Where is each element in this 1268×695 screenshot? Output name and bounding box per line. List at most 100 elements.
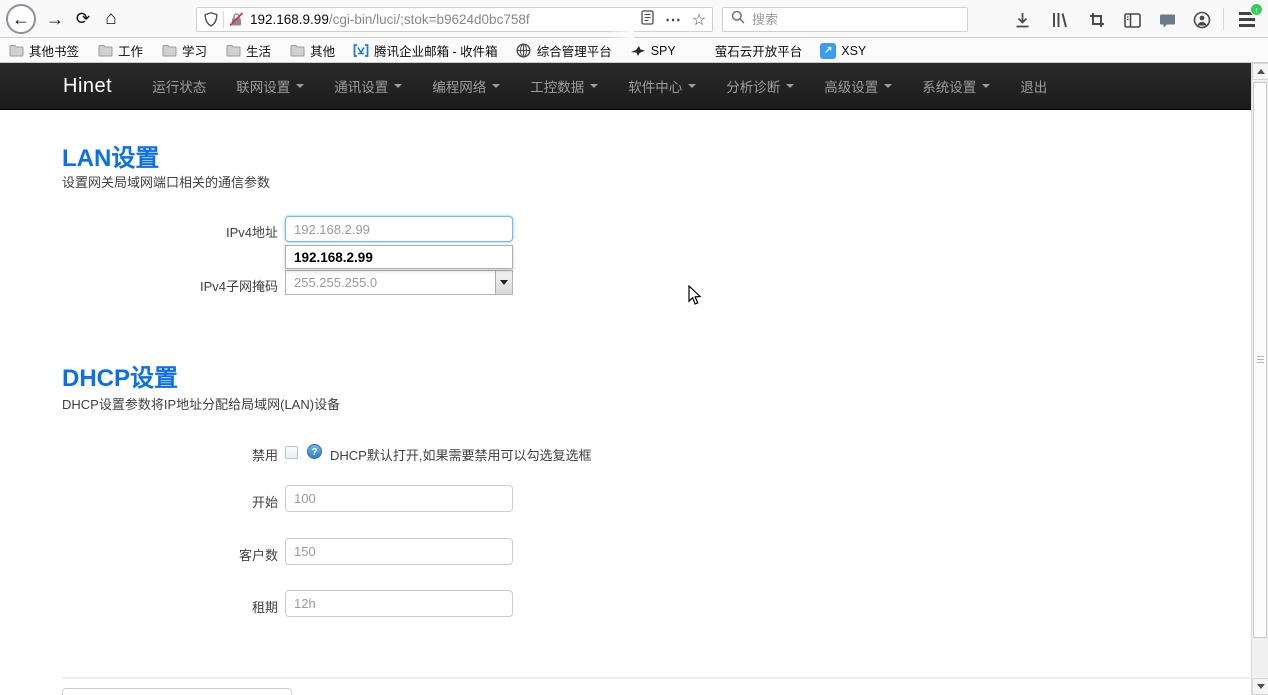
chevron-down-icon xyxy=(492,84,500,88)
nav-label: 退出 xyxy=(1020,76,1047,96)
folder-icon xyxy=(161,43,177,59)
blue-arrow-icon: ↗ xyxy=(820,43,836,59)
chevron-down-icon xyxy=(786,84,794,88)
search-input[interactable] xyxy=(752,12,967,27)
menu-icon[interactable]: ↑ xyxy=(1237,9,1259,29)
dhcp-clients-input[interactable] xyxy=(285,538,513,565)
bookmark-folder-life[interactable]: 生活 xyxy=(225,41,271,60)
netmask-selected-value: 255.255.255.0 xyxy=(286,275,495,290)
search-icon xyxy=(731,10,745,29)
home-button[interactable]: ⌂ xyxy=(98,0,124,38)
nav-item-logout[interactable]: 退出 xyxy=(1020,76,1047,96)
downloads-icon[interactable] xyxy=(1011,9,1033,31)
folder-icon xyxy=(8,43,24,59)
chevron-down-icon xyxy=(394,84,402,88)
insecure-lock-icon[interactable] xyxy=(228,12,244,28)
bookmark-label: 综合管理平台 xyxy=(537,41,612,60)
nav-item-software-center[interactable]: 软件中心 xyxy=(628,76,696,96)
screenshot-icon[interactable] xyxy=(1086,9,1108,31)
bookmark-mgmt-platform[interactable]: 综合管理平台 xyxy=(516,41,612,60)
globe-icon xyxy=(516,43,532,59)
help-icon[interactable]: ? xyxy=(307,444,322,459)
folder-icon xyxy=(225,43,241,59)
url-host: 192.168.9.99 xyxy=(250,12,329,27)
bookmark-xsy[interactable]: ↗ XSY xyxy=(820,43,866,59)
bookmark-label: XSY xyxy=(841,44,866,58)
reader-mode-icon[interactable] xyxy=(634,10,660,30)
spy-icon xyxy=(630,43,646,59)
bookmark-folder-work[interactable]: 工作 xyxy=(97,41,143,60)
scrollbar-thumb[interactable] xyxy=(1253,82,1267,638)
brand-logo[interactable]: Hinet xyxy=(63,75,112,98)
bookmark-folder-other-bookmarks[interactable]: 其他书签 xyxy=(8,41,79,60)
reload-button[interactable]: ⟳ xyxy=(70,0,96,38)
scrollbar-grip xyxy=(1257,356,1264,365)
nav-item-industrial-data[interactable]: 工控数据 xyxy=(530,76,598,96)
account-icon[interactable] xyxy=(1191,9,1213,31)
forward-icon: → xyxy=(46,9,64,30)
bookmark-spy[interactable]: SPY xyxy=(630,43,676,59)
bookmark-label: 萤石云开放平台 xyxy=(715,41,803,60)
home-icon: ⌂ xyxy=(105,8,116,30)
back-button[interactable]: ← xyxy=(6,4,36,34)
clipped-bottom-field xyxy=(62,688,292,695)
bookmark-label: 腾讯企业邮箱 - 收件箱 xyxy=(374,41,498,60)
url-text[interactable]: 192.168.9.99/cgi-bin/luci/;stok=b9624d0b… xyxy=(250,7,634,32)
comment-icon[interactable] xyxy=(1156,9,1178,31)
library-icon[interactable] xyxy=(1049,9,1071,31)
nav-item-comm-settings[interactable]: 通讯设置 xyxy=(334,76,402,96)
exmail-icon xyxy=(353,43,369,59)
chevron-down-icon xyxy=(688,84,696,88)
bookmark-folder-misc[interactable]: 其他 xyxy=(289,41,335,60)
nav-item-network-settings[interactable]: 联网设置 xyxy=(236,76,304,96)
bookmark-exmail[interactable]: 腾讯企业邮箱 - 收件箱 xyxy=(353,41,498,60)
bookmark-label: 其他 xyxy=(310,41,335,60)
url-path: /cgi-bin/luci/;stok=b9624d0bc758f xyxy=(329,12,530,27)
forward-button[interactable]: → xyxy=(42,0,68,38)
scroll-down-button[interactable] xyxy=(1252,678,1268,695)
url-bar[interactable]: 192.168.9.99/cgi-bin/luci/;stok=b9624d0b… xyxy=(196,7,713,32)
browser-window: ← → ⟳ ⌂ 192.168.9.99/cgi-bin/luci/;stok=… xyxy=(0,0,1268,695)
dhcp-disable-label: 禁用 xyxy=(62,445,278,464)
browser-toolbar: ← → ⟳ ⌂ 192.168.9.99/cgi-bin/luci/;stok=… xyxy=(0,0,1268,38)
ipv4-netmask-label: IPv4子网掩码 xyxy=(62,276,278,295)
nav-item-system-settings[interactable]: 系统设置 xyxy=(922,76,990,96)
bookmarks-bar: 其他书签 工作 学习 生活 其他 腾讯企业邮箱 - 收件箱 综合管理平台 SP xyxy=(0,39,1268,63)
nav-item-diagnostics[interactable]: 分析诊断 xyxy=(726,76,794,96)
arrow-down-icon xyxy=(1257,684,1265,689)
chevron-down-icon xyxy=(296,84,304,88)
vertical-scrollbar[interactable] xyxy=(1251,63,1268,695)
bookmark-label: 其他书签 xyxy=(29,41,79,60)
dhcp-section-title: DHCP设置 xyxy=(62,358,178,393)
back-icon: ← xyxy=(12,9,30,30)
dhcp-disable-checkbox[interactable] xyxy=(285,446,298,459)
site-navbar: Hinet 运行状态 联网设置 通讯设置 编程网络 工控数据 软件中心 分析诊断… xyxy=(0,63,1251,110)
dhcp-start-input[interactable] xyxy=(285,485,513,512)
nav-item-advanced-settings[interactable]: 高级设置 xyxy=(824,76,892,96)
sidebar-toggle-icon[interactable] xyxy=(1121,9,1143,31)
menu-bar xyxy=(1239,18,1255,21)
tracking-shield-icon[interactable] xyxy=(203,12,219,28)
select-dropdown-button[interactable] xyxy=(495,271,512,294)
nav-item-programming-network[interactable]: 编程网络 xyxy=(432,76,500,96)
bookmark-ezviz[interactable]: 萤石云开放平台 xyxy=(694,41,803,60)
arrow-up-icon xyxy=(1257,69,1265,74)
ipv4-autocomplete-suggestion[interactable]: 192.168.2.99 xyxy=(285,245,513,269)
bookmark-folder-study[interactable]: 学习 xyxy=(161,41,207,60)
lan-section-title: LAN设置 xyxy=(62,138,159,173)
ipv4-netmask-select[interactable]: 255.255.255.0 xyxy=(285,270,513,295)
toolbar-divider xyxy=(1223,8,1224,30)
search-bar[interactable] xyxy=(722,7,968,32)
dhcp-disable-hint: DHCP默认打开,如果需要禁用可以勾选复选框 xyxy=(330,445,591,464)
nav-label: 软件中心 xyxy=(628,76,682,96)
dhcp-start-label: 开始 xyxy=(62,492,278,511)
nav-label: 联网设置 xyxy=(236,76,290,96)
scroll-up-button[interactable] xyxy=(1252,63,1268,80)
nav-label: 运行状态 xyxy=(152,76,206,96)
dhcp-lease-input[interactable] xyxy=(285,590,513,617)
nav-item-status[interactable]: 运行状态 xyxy=(152,76,206,96)
bookmark-star-icon[interactable]: ☆ xyxy=(686,10,712,30)
page-actions-icon[interactable]: ⋯ xyxy=(660,10,686,30)
ipv4-address-input[interactable] xyxy=(285,216,513,242)
chevron-down-icon xyxy=(884,84,892,88)
